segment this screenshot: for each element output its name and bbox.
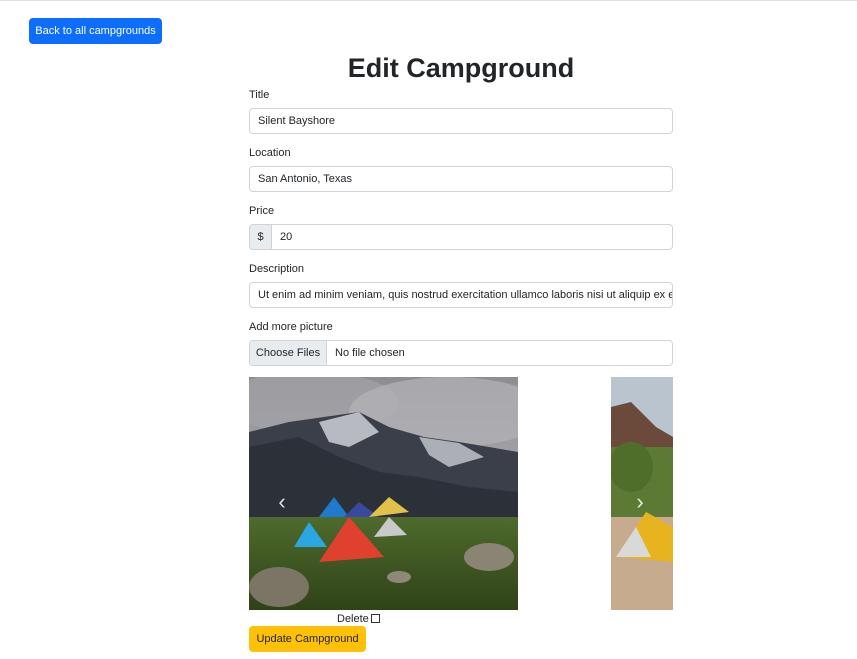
back-to-campgrounds-button[interactable]: Back to all campgrounds [29,18,162,44]
currency-addon: $ [249,224,272,250]
title-input[interactable]: Silent Bayshore [249,108,673,134]
price-input[interactable]: 20 [272,224,673,250]
title-label: Title [249,89,270,101]
delete-label: Delete [337,612,369,625]
location-label: Location [249,147,291,159]
price-input-group: $ 20 [249,224,673,250]
description-input[interactable]: Ut enim ad minim veniam, quis nostrud ex… [249,282,673,308]
carousel-prev-icon[interactable]: ‹ [272,490,292,514]
description-label: Description [249,263,305,275]
location-input[interactable]: San Antonio, Texas [249,166,673,192]
carousel-next-icon[interactable]: › [630,490,650,514]
delete-image-row: Delete [337,612,380,625]
page-title: Edit Campground [347,53,575,83]
top-divider [0,0,857,1]
file-input[interactable]: Choose Files No file chosen [249,340,673,366]
file-status: No file chosen [335,347,405,359]
choose-files-button[interactable]: Choose Files [250,341,327,365]
delete-checkbox[interactable] [370,614,380,623]
price-label: Price [249,205,275,217]
update-campground-button[interactable]: Update Campground [249,626,366,652]
add-picture-label: Add more picture [249,321,333,333]
